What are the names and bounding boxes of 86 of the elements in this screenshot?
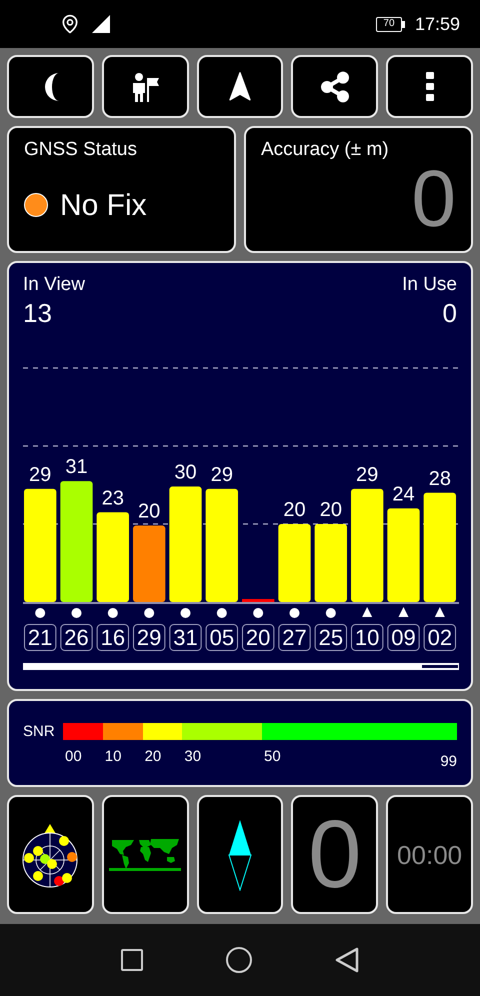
sky-plot-drawing	[21, 822, 80, 888]
signal-value: 29	[356, 464, 378, 486]
satellite-id: 05	[206, 624, 238, 652]
signal-value: 24	[392, 484, 415, 506]
snr-tick-label: 00	[65, 747, 82, 767]
home-button[interactable]	[226, 947, 252, 973]
elapsed-count: 0	[308, 806, 362, 902]
satellite-id: 20	[242, 624, 274, 652]
snr-tick-label: 99	[440, 752, 457, 772]
share-icon	[318, 70, 351, 102]
satellite-id: 09	[387, 624, 420, 652]
card-title: GNSS Status	[24, 138, 137, 162]
snr-label: SNR	[23, 723, 56, 740]
x-tick-label: 31	[173, 625, 198, 650]
x-tick-label: 16	[100, 625, 126, 650]
signal-value: 29	[29, 464, 52, 486]
timer-text: 00:00	[397, 842, 462, 868]
signal-value: 30	[174, 462, 197, 484]
signal-value: 20	[320, 499, 342, 522]
more-button[interactable]	[386, 55, 473, 118]
info-tile[interactable]: 0	[291, 795, 378, 914]
triangle-icon	[362, 607, 372, 618]
signal-value: 20	[138, 500, 160, 523]
signal-icon	[92, 15, 110, 33]
signal-value: 23	[102, 488, 124, 510]
snr-tick-label: 10	[104, 747, 122, 767]
signal-bar	[242, 599, 274, 602]
x-tick-label: 21	[28, 625, 52, 650]
in-view-count: 13	[23, 296, 52, 330]
in-use-count: 0	[442, 296, 457, 330]
satellite-id: 10	[351, 624, 384, 652]
circle-icon	[35, 608, 46, 618]
satellite-id: 16	[96, 624, 129, 652]
satellite-id: 27	[278, 624, 311, 652]
x-tick-label: 09	[391, 625, 416, 650]
signal-value: 28	[428, 468, 451, 490]
circle-icon	[144, 608, 154, 618]
card-title: Accuracy (± m)	[261, 138, 389, 162]
info-tile[interactable]	[196, 795, 284, 914]
accuracy-value: 0	[412, 158, 456, 238]
person-flag-button[interactable]	[102, 55, 189, 118]
signal-value: 31	[65, 456, 88, 478]
share-button[interactable]	[291, 55, 378, 118]
location-icon	[60, 14, 80, 34]
circle-icon	[216, 608, 227, 618]
circle-icon	[253, 608, 264, 618]
circle-icon	[72, 608, 82, 618]
info-tile[interactable]	[7, 795, 94, 914]
x-tick-label: 20	[246, 625, 270, 650]
satellite-id: 25	[314, 624, 347, 652]
satellite-id: 29	[133, 624, 166, 652]
circle-icon	[180, 608, 190, 618]
circle-icon	[326, 608, 336, 618]
night-mode-button[interactable]	[7, 55, 94, 118]
x-tick-label: 10	[354, 625, 380, 650]
snr-tick-label: 50	[264, 747, 281, 767]
more-icon	[426, 72, 434, 101]
circle-icon	[290, 608, 300, 618]
satellite-id: 02	[424, 624, 456, 652]
signal-value: 29	[210, 464, 233, 486]
in-use-label: In Use	[402, 273, 457, 297]
satellite-id: 26	[60, 624, 93, 652]
fix-status: No Fix	[60, 188, 147, 224]
in-view-label: In View	[23, 273, 85, 297]
info-tile[interactable]: 00:00	[386, 795, 473, 914]
x-tick-label: 27	[282, 625, 307, 650]
x-tick-label: 05	[210, 625, 234, 650]
info-tile[interactable]	[102, 795, 189, 914]
satellite-id: 21	[24, 624, 56, 652]
circle-icon	[108, 608, 118, 618]
x-tick-label: 25	[318, 625, 344, 650]
x-tick-label: 29	[136, 625, 162, 650]
battery-level: 70	[383, 19, 395, 29]
snr-tick-label: 20	[144, 747, 162, 767]
navigation-button[interactable]	[196, 55, 284, 118]
clock: 17:59	[414, 12, 460, 36]
compass-needle-icon	[226, 818, 253, 890]
triangle-icon	[398, 607, 408, 618]
snr-tick-label: 30	[184, 747, 202, 767]
x-tick-label: 02	[428, 625, 452, 650]
satellite-id: 31	[169, 624, 202, 652]
recent-apps-button[interactable]	[121, 949, 144, 971]
triangle-icon	[434, 607, 445, 618]
signal-value: 20	[283, 499, 306, 522]
x-tick-label: 26	[64, 625, 89, 650]
back-button[interactable]	[334, 947, 359, 973]
